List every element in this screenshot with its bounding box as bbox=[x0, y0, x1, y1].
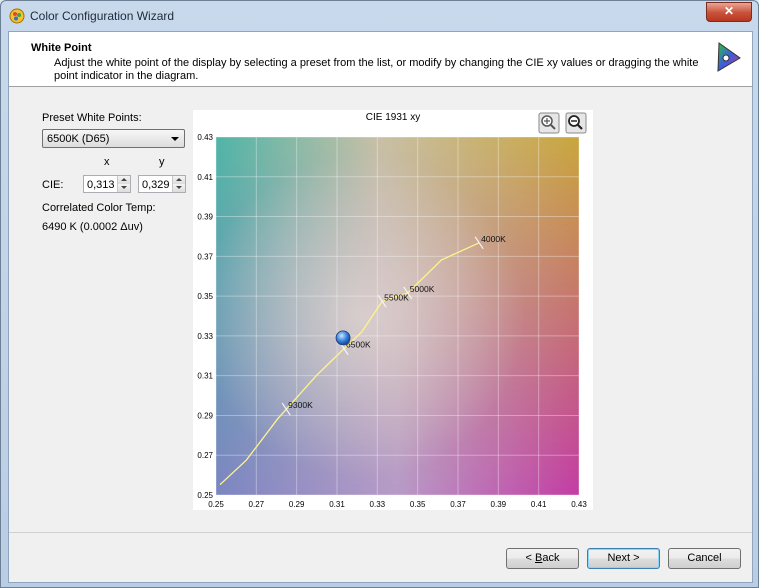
next-button[interactable]: Next > bbox=[587, 548, 660, 569]
cancel-button[interactable]: Cancel bbox=[668, 548, 741, 569]
zoom-out-button[interactable] bbox=[565, 112, 587, 134]
back-label: ack bbox=[542, 552, 560, 564]
cie-x-value: 0,313 bbox=[87, 179, 115, 191]
color-wizard-app-icon bbox=[9, 8, 25, 24]
cie-x-stepper[interactable]: 0,313 bbox=[83, 175, 131, 193]
cie-y-stepper[interactable]: 0,329 bbox=[138, 175, 186, 193]
close-button[interactable]: ✕ bbox=[706, 2, 752, 22]
cct-label: Correlated Color Temp: bbox=[42, 202, 156, 214]
cie-diagram: CIE 1931 xy 0.25 0.27 0.29 0.31 0.33 0.3… bbox=[193, 110, 593, 510]
x-tick-label: 0.27 bbox=[249, 500, 265, 509]
wizard-header: White Point Adjust the white point of th… bbox=[9, 32, 752, 87]
title-bar: Color Configuration Wizard ✕ bbox=[1, 1, 758, 31]
diagram-title: CIE 1931 xy bbox=[366, 112, 420, 123]
wizard-client-area: White Point Adjust the white point of th… bbox=[8, 31, 753, 583]
cie-label: CIE: bbox=[42, 179, 64, 191]
cct-mark-label: 4000K bbox=[481, 234, 506, 244]
preset-label: Preset White Points: bbox=[42, 112, 142, 124]
x-tick-label: 0.37 bbox=[450, 500, 466, 509]
x-tick-label: 0.43 bbox=[571, 500, 587, 509]
plot-area bbox=[216, 137, 579, 495]
y-tick-label: 0.25 bbox=[197, 491, 213, 500]
x-tick-label: 0.25 bbox=[208, 500, 224, 509]
x-axis-ticks: 0.25 0.27 0.29 0.31 0.33 0.35 0.37 0.39 0.41 0.43 bbox=[208, 500, 587, 509]
page-description: Adjust the white point of the display by… bbox=[54, 57, 699, 82]
preset-dropdown[interactable]: 6500K (D65) bbox=[42, 129, 185, 148]
x-tick-label: 0.29 bbox=[289, 500, 305, 509]
cct-mark-label: 5000K bbox=[410, 284, 435, 294]
color-gamut-icon bbox=[717, 42, 741, 72]
footer-divider bbox=[9, 532, 752, 533]
x-tick-label: 0.39 bbox=[491, 500, 507, 509]
y-axis-ticks: 0.43 0.41 0.39 0.37 0.35 0.33 0.31 0.29 0.27 0.25 bbox=[197, 133, 213, 500]
y-tick-label: 0.27 bbox=[197, 451, 213, 460]
cct-value: 6490 K (0.0002 Δuv) bbox=[42, 221, 143, 233]
cct-mark-label: 9300K bbox=[288, 400, 313, 410]
cct-mark-label: 5500K bbox=[384, 292, 409, 302]
y-tick-label: 0.29 bbox=[197, 411, 213, 420]
cie-y-value: 0,329 bbox=[142, 179, 170, 191]
page-title: White Point bbox=[31, 42, 92, 54]
y-tick-label: 0.33 bbox=[197, 332, 213, 341]
x-tick-label: 0.41 bbox=[531, 500, 547, 509]
cie-chromaticity-diagram[interactable]: CIE 1931 xy 0.25 0.27 0.29 0.31 0.33 0.3… bbox=[193, 110, 593, 510]
cie-x-header: x bbox=[104, 156, 110, 168]
y-tick-label: 0.35 bbox=[197, 292, 213, 301]
preset-selected-value: 6500K (D65) bbox=[47, 133, 110, 145]
x-tick-label: 0.35 bbox=[410, 500, 426, 509]
y-tick-label: 0.41 bbox=[197, 173, 213, 182]
cie-y-down-arrow-icon[interactable] bbox=[173, 184, 185, 192]
cie-x-down-arrow-icon[interactable] bbox=[118, 184, 130, 192]
wizard-window: Color Configuration Wizard ✕ White Point… bbox=[0, 0, 759, 588]
back-prefix: < bbox=[525, 552, 535, 564]
x-tick-label: 0.33 bbox=[370, 500, 386, 509]
y-tick-label: 0.39 bbox=[197, 213, 213, 222]
back-button[interactable]: < Back bbox=[506, 548, 579, 569]
y-tick-label: 0.37 bbox=[197, 252, 213, 261]
cie-y-header: y bbox=[159, 156, 165, 168]
white-point-indicator[interactable] bbox=[335, 330, 351, 346]
dropdown-arrow-icon bbox=[171, 137, 179, 141]
y-tick-label: 0.31 bbox=[197, 372, 213, 381]
y-tick-label: 0.43 bbox=[197, 133, 213, 142]
zoom-in-button[interactable] bbox=[538, 112, 560, 134]
window-title: Color Configuration Wizard bbox=[30, 9, 175, 23]
x-tick-label: 0.31 bbox=[329, 500, 345, 509]
cct-mark-label: 6500K bbox=[346, 340, 371, 350]
